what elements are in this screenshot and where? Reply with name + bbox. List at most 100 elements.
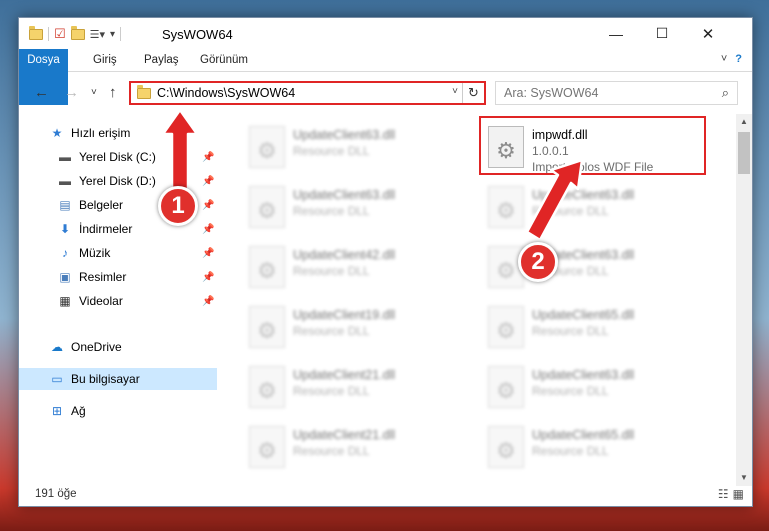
dll-file-icon: ⚙	[257, 378, 277, 403]
dll-file-icon: ⚙	[496, 258, 516, 283]
status-bar: 191 öğe ☷ ▦	[19, 484, 752, 506]
dll-file-icon: ⚙	[257, 258, 277, 283]
dll-file-icon: ⚙	[257, 138, 277, 163]
music-icon: ♪	[62, 246, 68, 260]
tab-home[interactable]: Giriş	[83, 49, 127, 72]
ribbon-expand-icon[interactable]: ˅	[721, 53, 727, 65]
sidebar-item-label: İndirmeler	[79, 222, 133, 236]
sidebar-item-music[interactable]: ♪ Müzik 📌	[19, 242, 217, 264]
list-item[interactable]: ⚙ UpdateClient63.dll Resource DLL	[482, 362, 707, 418]
title-bar: ☑ ☰▾ ▾ SysWOW64 — ☐ ✕	[19, 18, 752, 49]
explorer-window: ☑ ☰▾ ▾ SysWOW64 — ☐ ✕ Dosya Giriş Paylaş…	[18, 17, 753, 507]
sidebar-item-label: Müzik	[79, 246, 111, 260]
sidebar-item-videos[interactable]: ▦ Videolar 📌	[19, 290, 217, 312]
cloud-icon: ☁	[51, 340, 63, 354]
tab-view[interactable]: Görünüm	[190, 49, 258, 72]
qat-dropdown-icon[interactable]: ▾	[110, 29, 115, 40]
search-input[interactable]	[504, 86, 704, 100]
star-icon: ★	[51, 126, 63, 140]
dll-file-icon: ⚙	[257, 438, 277, 463]
scroll-thumb[interactable]	[738, 132, 750, 174]
sidebar-item-network[interactable]: ⊞ Ağ	[19, 400, 217, 422]
pin-icon: 📌	[202, 223, 215, 235]
list-item[interactable]: ⚙ UpdateClient63.dll Resource DLL	[482, 182, 707, 238]
search-box[interactable]: ⌕	[495, 81, 738, 105]
sidebar-item-label: Hızlı erişim	[71, 126, 131, 140]
address-bar[interactable]: C:\Windows\SysWOW64 ˅ ↻	[129, 81, 486, 105]
address-row: ← → ˅ ↑ C:\Windows\SysWOW64 ˅ ↻ ⌕	[19, 72, 752, 114]
list-item[interactable]: ⚙ UpdateClient65.dll Resource DLL	[482, 422, 707, 478]
address-dropdown-icon[interactable]: ˅	[452, 86, 458, 97]
close-button[interactable]: ✕	[685, 18, 731, 49]
navigation-pane: ★ Hızlı erişim ▬ Yerel Disk (C:) 📌 ▬ Yer…	[19, 114, 217, 484]
list-item[interactable]: ⚙ UpdateClient19.dll Resource DLL	[243, 302, 468, 358]
sidebar-item-quick-access[interactable]: ★ Hızlı erişim	[19, 122, 217, 144]
tab-share[interactable]: Paylaş	[134, 49, 189, 72]
pin-icon: 📌	[202, 199, 215, 211]
forward-button[interactable]: →	[64, 84, 79, 101]
dll-file-icon: ⚙	[257, 318, 277, 343]
pictures-icon: ▣	[59, 270, 71, 284]
search-icon[interactable]: ⌕	[722, 85, 729, 101]
sidebar-item-label: Yerel Disk (C:)	[79, 150, 156, 164]
pin-icon: 📌	[202, 295, 215, 307]
sidebar-item-label: Resimler	[79, 270, 127, 284]
scroll-up-icon[interactable]: ▲	[736, 114, 752, 130]
sidebar-item-label: OneDrive	[71, 340, 122, 354]
list-item[interactable]: ⚙ UpdateClient21.dll Resource DLL	[243, 422, 468, 478]
properties-icon[interactable]: ☑	[54, 26, 66, 42]
help-icon[interactable]: ?	[735, 53, 742, 65]
minimize-button[interactable]: —	[593, 18, 639, 49]
pin-icon: 📌	[202, 175, 215, 187]
dll-file-icon: ⚙	[257, 198, 277, 223]
item-count: 191 öğe	[35, 488, 77, 500]
maximize-button[interactable]: ☐	[639, 18, 685, 49]
step-2-badge: 2	[518, 242, 558, 282]
large-icons-view-icon[interactable]: ▦	[733, 487, 744, 501]
vertical-scrollbar[interactable]: ▲ ▼	[736, 114, 752, 486]
list-item[interactable]: ⚙ UpdateClient65.dll Resource DLL	[482, 302, 707, 358]
address-path[interactable]: C:\Windows\SysWOW64	[157, 86, 295, 100]
documents-icon: ▤	[59, 198, 71, 212]
pin-icon: 📌	[202, 151, 215, 163]
file-highlight-box	[479, 116, 706, 175]
list-item[interactable]: ⚙ UpdateClient63.dll Resource DLL	[243, 182, 468, 238]
folder-icon	[137, 84, 151, 99]
sidebar-item-label: Yerel Disk (D:)	[79, 174, 156, 188]
download-icon: ⬇	[59, 222, 71, 236]
recent-locations-button[interactable]: ˅	[91, 87, 97, 98]
ribbon: Dosya Giriş Paylaş Görünüm ˅ ?	[19, 49, 752, 105]
window-title: SysWOW64	[162, 27, 233, 42]
sidebar-item-label: Ağ	[71, 404, 86, 418]
network-icon: ⊞	[51, 404, 63, 418]
video-icon: ▦	[59, 294, 71, 308]
quick-access-toolbar: ☑ ☰▾ ▾	[29, 25, 122, 42]
drive-icon: ▬	[59, 174, 71, 188]
list-item[interactable]: ⚙ UpdateClient63.dll Resource DLL	[482, 242, 707, 298]
sidebar-item-label: Belgeler	[79, 198, 124, 212]
list-item[interactable]: ⚙ UpdateClient42.dll Resource DLL	[243, 242, 468, 298]
sidebar-item-onedrive[interactable]: ☁ OneDrive	[19, 336, 217, 358]
computer-icon: ▭	[51, 372, 63, 386]
list-item[interactable]: ⚙ UpdateClient21.dll Resource DLL	[243, 362, 468, 418]
refresh-button[interactable]: ↻	[462, 83, 484, 103]
new-folder-icon[interactable]	[70, 25, 85, 40]
sidebar-item-label: Videolar	[79, 294, 123, 308]
sidebar-item-label: Bu bilgisayar	[71, 372, 140, 386]
drive-icon: ▬	[59, 150, 71, 164]
details-view-icon[interactable]: ☷	[718, 487, 729, 501]
dll-file-icon: ⚙	[496, 438, 516, 463]
pin-icon: 📌	[202, 271, 215, 283]
folder-icon	[29, 25, 43, 40]
customize-icon[interactable]: ☰▾	[90, 28, 105, 41]
back-button[interactable]: ←	[34, 84, 49, 101]
pin-icon: 📌	[202, 247, 215, 259]
sidebar-item-local-disk-c[interactable]: ▬ Yerel Disk (C:) 📌	[19, 146, 217, 168]
step-1-badge: 1	[158, 186, 198, 226]
dll-file-icon: ⚙	[496, 198, 516, 223]
up-button[interactable]: ↑	[109, 84, 117, 101]
sidebar-item-this-pc[interactable]: ▭ Bu bilgisayar	[19, 368, 217, 390]
sidebar-item-pictures[interactable]: ▣ Resimler 📌	[19, 266, 217, 288]
list-item[interactable]: ⚙ UpdateClient63.dll Resource DLL	[243, 122, 468, 178]
dll-file-icon: ⚙	[496, 378, 516, 403]
